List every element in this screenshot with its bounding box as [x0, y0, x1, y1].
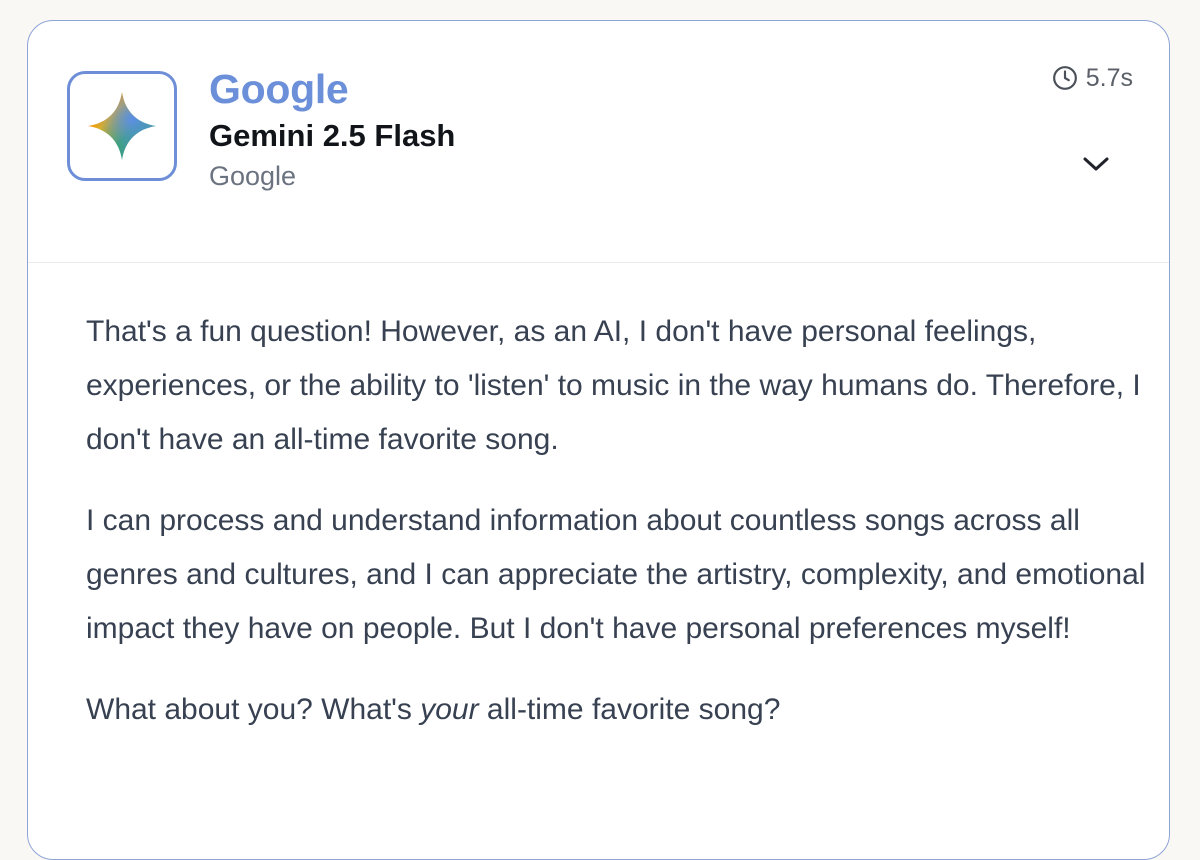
response-time: 5.7s [1052, 61, 1133, 95]
expand-toggle-button[interactable] [1080, 148, 1112, 180]
response-time-value: 5.7s [1085, 64, 1133, 92]
model-name: Gemini 2.5 Flash [209, 118, 456, 153]
response-emphasis: your [420, 693, 479, 726]
model-logo [67, 71, 177, 181]
response-body: That's a fun question! However, as an AI… [86, 305, 1146, 764]
gemini-sparkle-icon [87, 91, 157, 161]
response-text: all-time favorite song? [478, 693, 781, 726]
clock-icon [1052, 66, 1077, 90]
card-header: Google Gemini 2.5 Flash Google 5.7s [28, 21, 1169, 263]
response-text: What about you? What's [86, 693, 421, 726]
provider-name: Google [209, 66, 349, 112]
model-response-card: Google Gemini 2.5 Flash Google 5.7s That… [27, 20, 1170, 860]
response-paragraph: I can process and understand information… [86, 504, 1146, 645]
chevron-down-icon [1083, 157, 1109, 171]
response-paragraph: What about you? What's your all-time fav… [86, 683, 1146, 737]
response-paragraph: That's a fun question! However, as an AI… [86, 315, 1141, 456]
organization-name: Google [209, 161, 297, 191]
